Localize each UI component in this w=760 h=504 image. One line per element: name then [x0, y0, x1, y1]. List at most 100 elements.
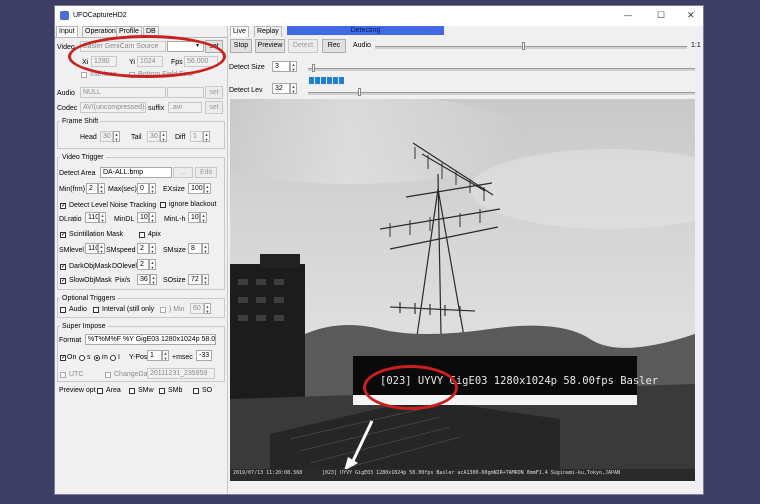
darkobj-checkbox[interactable]: ✓: [60, 264, 66, 270]
detect-button[interactable]: Detect: [288, 39, 318, 53]
audio-select[interactable]: NULL: [80, 87, 166, 98]
fourpix-checkbox[interactable]: [139, 232, 145, 238]
detect-area-label: Detect Area: [59, 170, 96, 177]
detect-lev-thumb[interactable]: [358, 88, 361, 96]
optional-triggers-title: Optional Triggers: [60, 294, 118, 303]
preview-button[interactable]: Preview: [255, 39, 285, 53]
tab-replay[interactable]: Replay: [254, 26, 282, 37]
detect-size-field[interactable]: 3: [272, 61, 290, 72]
smspeed-field[interactable]: 2: [137, 243, 149, 254]
scintillation-checkbox[interactable]: ✓: [60, 232, 66, 238]
smspeed-spinner[interactable]: ▲ ▼: [149, 243, 156, 254]
smsize-field[interactable]: 8: [188, 243, 202, 254]
change-date-checkbox[interactable]: [105, 372, 111, 378]
maximize-button[interactable]: ☐: [657, 10, 665, 21]
dolevel-spinner[interactable]: ▲ ▼: [149, 259, 156, 270]
head-field[interactable]: 30: [100, 131, 113, 142]
ignore-blackout-checkbox[interactable]: [160, 202, 166, 208]
tab-operation[interactable]: Operation: [82, 26, 119, 37]
video-preview[interactable]: [023] UYVY GigE03 1280x1024p 58.00fps Ba…: [230, 99, 695, 481]
audio-slider-track[interactable]: [375, 46, 687, 49]
maxsec-spinner[interactable]: ▲ ▼: [149, 183, 156, 194]
detect-area-edit-button[interactable]: Edit: [195, 167, 217, 178]
detect-lev-field[interactable]: 32: [272, 83, 290, 94]
minfrm-spinner[interactable]: ▲ ▼: [98, 183, 105, 194]
dolevel-field[interactable]: 2: [137, 259, 149, 270]
window-title: UFOCaptureHD2: [73, 12, 127, 19]
interval-checkbox[interactable]: [93, 307, 99, 313]
exsize-field[interactable]: 100: [188, 183, 204, 194]
utc-checkbox[interactable]: [60, 372, 66, 378]
ypos-spinner[interactable]: ▲ ▼: [162, 350, 169, 361]
opt-audio-checkbox[interactable]: [60, 307, 66, 313]
preview-so-checkbox[interactable]: [193, 388, 199, 394]
audio-slider-thumb[interactable]: [522, 42, 525, 50]
detect-lev-label: Detect Lev: [229, 87, 263, 94]
tail-spinner[interactable]: ▲ ▼: [160, 131, 167, 142]
detect-size-spinner[interactable]: ▲ ▼: [290, 61, 297, 72]
radio-i[interactable]: [110, 355, 116, 361]
tab-input[interactable]: Input: [56, 26, 78, 37]
sosize-spinner[interactable]: ▲ ▼: [202, 274, 209, 285]
smlevel-spinner[interactable]: ▲ ▼: [98, 243, 105, 254]
noise-tracking-checkbox[interactable]: ✓: [60, 203, 66, 209]
detect-size-track[interactable]: [308, 68, 695, 71]
close-button[interactable]: ✕: [687, 10, 695, 21]
panel-splitter: [227, 26, 228, 494]
maxsec-field[interactable]: 0: [137, 183, 149, 194]
codec-select[interactable]: AVI(uncompressed): [80, 102, 146, 113]
smsize-spinner[interactable]: ▲ ▼: [202, 243, 209, 254]
suffix-field[interactable]: .avi: [168, 102, 202, 113]
tail-field[interactable]: 30: [147, 131, 160, 142]
change-date-field[interactable]: 20111231_235959: [147, 368, 215, 379]
radio-i-label: I: [118, 354, 120, 361]
slowobj-checkbox[interactable]: ✓: [60, 278, 66, 284]
diff-spinner[interactable]: ▲ ▼: [203, 131, 210, 142]
pixs-field[interactable]: 36: [137, 274, 150, 285]
exsize-spinner[interactable]: ▲ ▼: [204, 183, 211, 194]
codec-set-button[interactable]: set: [205, 101, 223, 114]
minfrm-field[interactable]: 2: [86, 183, 98, 194]
impose-on-checkbox[interactable]: ✓: [60, 355, 66, 361]
interval-min-spinner[interactable]: ▲ ▼: [204, 303, 211, 314]
stop-button[interactable]: Stop: [230, 39, 252, 53]
msec-field[interactable]: -33: [196, 350, 212, 361]
meter-block: [315, 77, 320, 84]
interval-min-checkbox[interactable]: [160, 307, 166, 313]
smlevel-field[interactable]: 110: [85, 243, 98, 254]
tab-live[interactable]: Live: [230, 26, 249, 37]
head-spinner[interactable]: ▲ ▼: [113, 131, 120, 142]
minlh-field[interactable]: 10: [188, 212, 200, 223]
preview-area-checkbox[interactable]: [97, 388, 103, 394]
minlh-spinner[interactable]: ▲ ▼: [200, 212, 207, 223]
detect-area-field[interactable]: DA-ALL.bmp: [100, 167, 172, 178]
bottom-caption-text: [023] UYVY GigE03 1280x1024p 58.00fps Ba…: [322, 470, 621, 476]
detect-size-thumb[interactable]: [312, 64, 315, 72]
detect-lev-spinner[interactable]: ▲ ▼: [290, 83, 297, 94]
preview-smw-label: SMw: [138, 387, 154, 394]
rec-button[interactable]: Rec: [322, 39, 346, 53]
maxsec-label: Max(sec): [108, 186, 137, 193]
dlratio-spinner[interactable]: ▲ ▼: [99, 212, 106, 223]
dlratio-field[interactable]: 110: [85, 212, 99, 223]
interlace-checkbox[interactable]: [81, 72, 87, 78]
detect-area-browse-button[interactable]: ...: [173, 167, 193, 178]
interval-min-field[interactable]: 60: [190, 303, 204, 314]
sosize-field[interactable]: 72: [188, 274, 202, 285]
preview-smb-checkbox[interactable]: [159, 388, 165, 394]
format-field[interactable]: %T%M%F %Y GigE03 1280x1024p 58.00: [85, 334, 216, 345]
pixs-spinner[interactable]: ▲ ▼: [150, 274, 157, 285]
audio-set-button[interactable]: set: [205, 86, 223, 99]
preview-smw-checkbox[interactable]: [129, 388, 135, 394]
radio-m[interactable]: [94, 355, 100, 361]
diff-field[interactable]: 1: [190, 131, 203, 142]
minimize-button[interactable]: —: [624, 11, 632, 20]
radio-s-label: s: [87, 354, 91, 361]
ypos-field[interactable]: 1: [147, 350, 162, 361]
mindl-field[interactable]: 10: [137, 212, 149, 223]
audio-select-extra[interactable]: [167, 87, 204, 98]
radio-s[interactable]: [79, 355, 85, 361]
detect-lev-track[interactable]: [308, 92, 695, 95]
mindl-spinner[interactable]: ▲ ▼: [149, 212, 156, 223]
audio-label: Audio: [57, 90, 75, 97]
